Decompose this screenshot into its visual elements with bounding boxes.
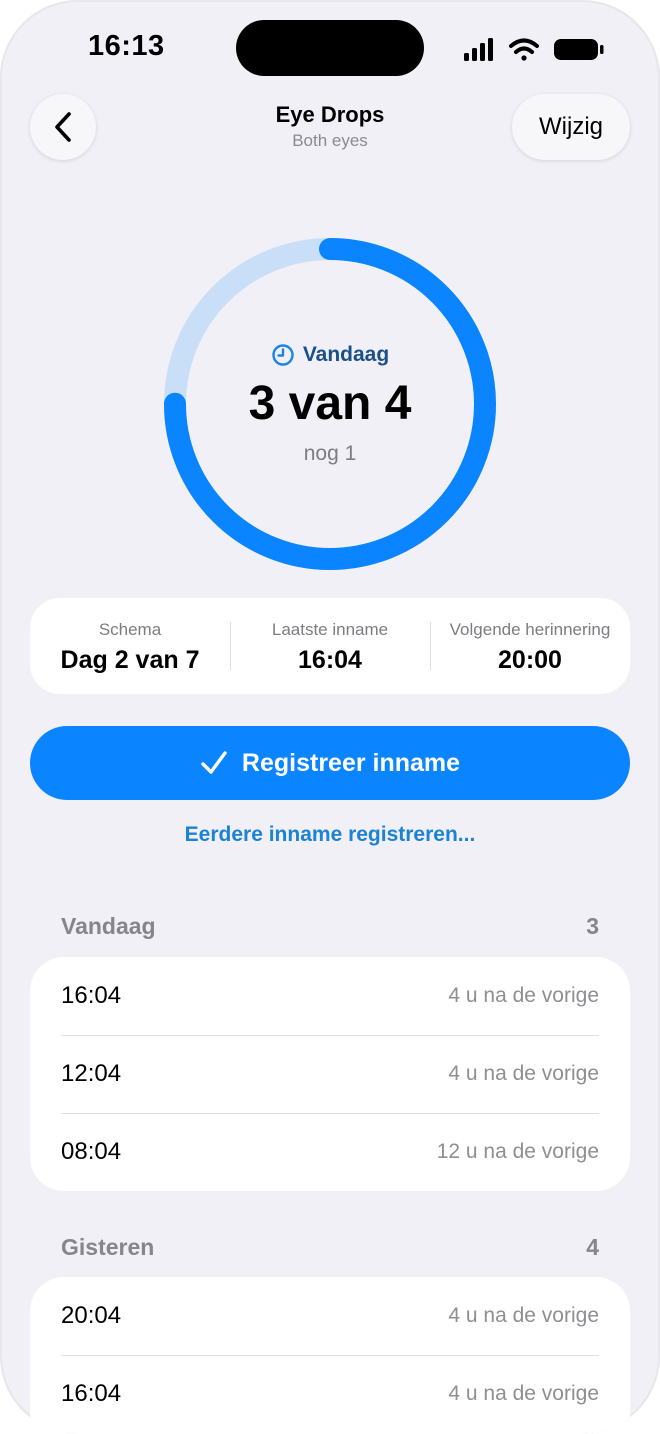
info-label: Schema [98, 620, 162, 639]
back-button[interactable] [30, 94, 96, 160]
info-value: Dag 2 van 7 [60, 646, 200, 674]
register-intake-button[interactable]: Registreer inname [30, 726, 630, 800]
info-value: 20:00 [498, 646, 562, 674]
list-item[interactable]: 16:04 4 u na de vorige [30, 957, 630, 1035]
progress-remaining: nog 1 [303, 442, 357, 465]
page-title: Eye Drops [275, 102, 385, 127]
intake-interval: 4 u na de vorige [448, 1062, 599, 1085]
info-schedule: Schema Dag 2 van 7 [30, 598, 230, 694]
intake-interval: 4 u na de vorige [448, 1304, 599, 1327]
section-count-today: 3 [586, 913, 599, 939]
register-earlier-link[interactable]: Eerdere inname registreren... [130, 823, 530, 847]
chevron-left-icon [55, 112, 71, 142]
list-item[interactable]: 08:04 12 u na de vorige [30, 1113, 630, 1191]
cellular-signal-icon [464, 38, 493, 61]
section-count-yesterday: 4 [586, 1234, 599, 1260]
status-time: 16:13 [88, 30, 165, 62]
intake-time: 08:04 [61, 1138, 122, 1165]
section-title-today: Vandaag [61, 913, 156, 939]
info-card: Schema Dag 2 van 7 Laatste inname 16:04 … [30, 598, 630, 694]
intake-time: 12:04 [61, 1060, 122, 1087]
clock-icon [272, 344, 294, 366]
info-value: 16:04 [298, 646, 362, 674]
progress-value: 3 van 4 [248, 377, 412, 430]
intake-list-yesterday: 20:04 4 u na de vorige 16:04 4 u na de v… [30, 1277, 630, 1434]
edit-button[interactable]: Wijzig [512, 94, 630, 160]
section-title-yesterday: Gisteren [61, 1234, 155, 1260]
info-label: Volgende herinnering [449, 620, 611, 639]
info-last-intake: Laatste inname 16:04 [230, 598, 430, 694]
intake-time: 16:04 [61, 982, 122, 1009]
intake-time: 20:04 [61, 1302, 122, 1329]
app-screen: 16:13 Eye Drops Both eyes Wijzig Vandaag… [0, 0, 660, 1434]
dynamic-island [236, 20, 424, 76]
progress-label-text: Vandaag [302, 343, 390, 366]
list-item[interactable]: 16:04 4 u na de vorige [30, 1355, 630, 1433]
intake-interval: 4 u na de vorige [448, 984, 599, 1007]
register-intake-label: Registreer inname [241, 748, 461, 777]
info-label: Laatste inname [271, 620, 389, 639]
intake-interval: 12 u na de vorige [436, 1140, 599, 1163]
wifi-icon [509, 38, 539, 61]
checkmark-icon [201, 751, 227, 774]
info-next-reminder: Volgende herinnering 20:00 [430, 598, 630, 694]
intake-time: 16:04 [61, 1380, 122, 1407]
battery-icon [554, 39, 604, 60]
page-subtitle: Both eyes [292, 131, 368, 150]
status-icons [464, 38, 604, 61]
intake-list-today: 16:04 4 u na de vorige 12:04 4 u na de v… [30, 957, 630, 1191]
list-item[interactable]: 12:04 4 u na de vorige [30, 1035, 630, 1113]
intake-interval: 4 u na de vorige [448, 1382, 599, 1405]
progress-label: Vandaag [230, 341, 430, 369]
list-item[interactable]: 20:04 4 u na de vorige [30, 1277, 630, 1355]
